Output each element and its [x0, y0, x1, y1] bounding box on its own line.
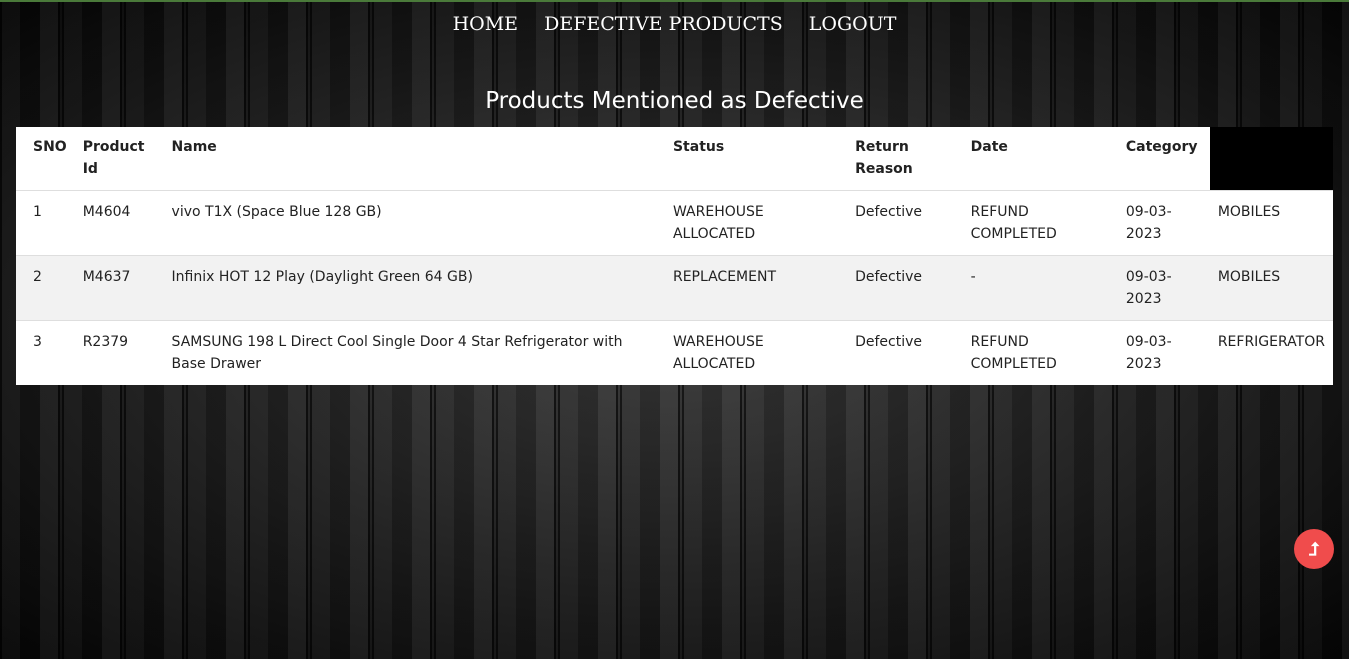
cell-extra: MOBILES	[1217, 204, 1281, 220]
header-date: Date	[970, 139, 1008, 155]
nav-home-link[interactable]: HOME	[453, 13, 518, 35]
cell-category: 09-03-2023	[1125, 334, 1172, 372]
cell-product-id: M4637	[82, 269, 131, 285]
cell-name: Infinix HOT 12 Play (Daylight Green 64 G…	[171, 269, 473, 285]
main-nav: HOME DEFECTIVE PRODUCTS LOGOUT	[0, 13, 1349, 35]
cell-sno: 1	[33, 204, 42, 220]
table-row: 1 M4604 vivo T1X (Space Blue 128 GB) WAR…	[16, 190, 1333, 256]
nav-defective-products-link[interactable]: DEFECTIVE PRODUCTS	[544, 13, 783, 35]
header-return-reason: Return Reason	[855, 139, 913, 177]
header-sno: SNO	[33, 139, 67, 155]
cell-category: 09-03-2023	[1125, 204, 1172, 242]
cell-extra: REFRIGERATOR	[1217, 334, 1325, 350]
header-product-id: Product Id	[82, 139, 145, 177]
cell-status: REPLACEMENT	[672, 269, 777, 285]
top-accent-line	[0, 0, 1349, 2]
cell-name: vivo T1X (Space Blue 128 GB)	[171, 204, 382, 220]
cell-product-id: M4604	[82, 204, 131, 220]
scroll-to-top-button[interactable]: ⮥	[1294, 529, 1334, 569]
cell-return-reason: Defective	[855, 334, 923, 350]
cell-extra: MOBILES	[1217, 269, 1281, 285]
header-empty-cell	[1209, 127, 1333, 191]
table-header-row: SNO Product Id Name Status Return Reason…	[16, 127, 1333, 191]
cell-category: 09-03-2023	[1125, 269, 1172, 307]
defective-products-table: SNO Product Id Name Status Return Reason…	[16, 127, 1333, 385]
cell-date: REFUND COMPLETED	[970, 334, 1057, 372]
page-title: Products Mentioned as Defective	[485, 88, 864, 114]
cell-status: WAREHOUSE ALLOCATED	[672, 204, 764, 242]
cell-date: -	[970, 269, 976, 285]
cell-return-reason: Defective	[855, 204, 923, 220]
header-category: Category	[1125, 139, 1198, 155]
table-row: 2 M4637 Infinix HOT 12 Play (Daylight Gr…	[16, 255, 1333, 321]
cell-sno: 3	[33, 334, 42, 350]
cell-date: REFUND COMPLETED	[970, 204, 1057, 242]
cell-status: WAREHOUSE ALLOCATED	[672, 334, 764, 372]
header-name: Name	[171, 139, 217, 155]
cell-name: SAMSUNG 198 L Direct Cool Single Door 4 …	[171, 334, 623, 372]
nav-logout-link[interactable]: LOGOUT	[809, 13, 897, 35]
cell-product-id: R2379	[82, 334, 129, 350]
cell-sno: 2	[33, 269, 42, 285]
table-row: 3 R2379 SAMSUNG 198 L Direct Cool Single…	[16, 320, 1333, 386]
cell-return-reason: Defective	[855, 269, 923, 285]
header-status: Status	[672, 139, 725, 155]
arrow-up-icon: ⮥	[1308, 538, 1320, 560]
